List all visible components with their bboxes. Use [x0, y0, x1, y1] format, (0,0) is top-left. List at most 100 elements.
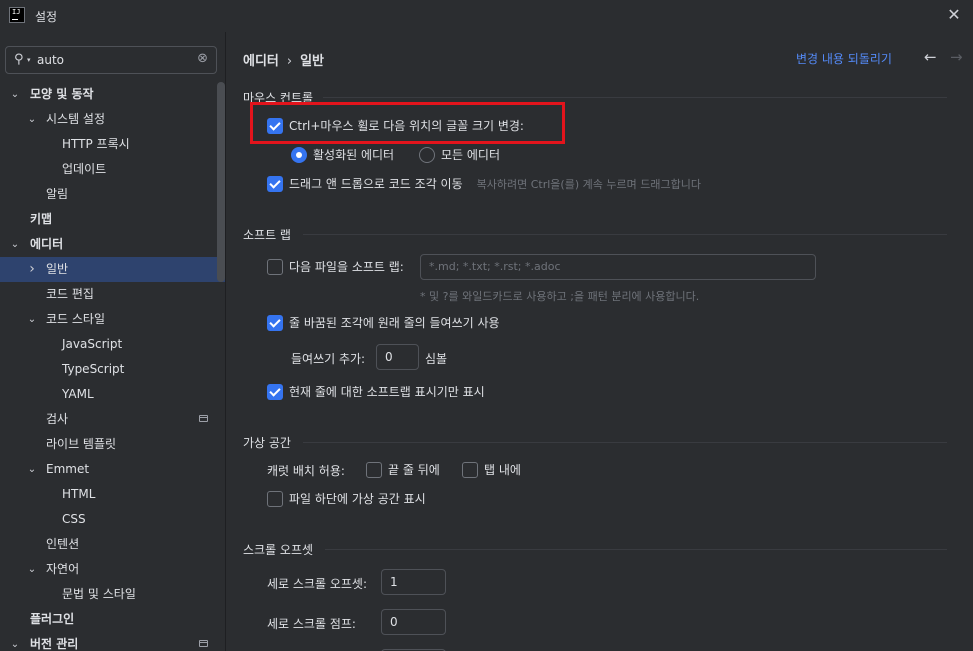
- search-box[interactable]: ⚲ ▾ ⊗: [5, 46, 217, 74]
- reset-changes-link[interactable]: 변경 내용 되돌리기: [796, 50, 892, 67]
- sidebar-item[interactable]: 업데이트: [0, 157, 225, 182]
- project-scope-icon: [199, 640, 208, 647]
- virtual-bottom-option[interactable]: 파일 하단에 가상 공간 표시: [267, 490, 426, 507]
- v-jump-input[interactable]: 0: [381, 609, 446, 635]
- end-of-line-checkbox[interactable]: [366, 461, 382, 478]
- sidebar-item[interactable]: 코드 편집: [0, 282, 225, 307]
- softwrap-files-label: 다음 파일을 소프트 랩:: [289, 260, 404, 274]
- sidebar-item[interactable]: 라이브 템플릿: [0, 432, 225, 457]
- sidebar-item-label: 키맵: [30, 212, 53, 226]
- softwrap-indent-label: 줄 바꿈된 조각에 원래 줄의 들여쓰기 사용: [289, 316, 500, 330]
- sidebar-item-label: 자연어: [46, 562, 80, 576]
- radio-all-editors-option[interactable]: 모든 에디터: [419, 146, 500, 163]
- softwrap-files-option[interactable]: 다음 파일을 소프트 랩:: [267, 258, 404, 275]
- section-title-softwrap: 소프트 랩: [243, 228, 291, 242]
- sidebar-item[interactable]: ⌄ 에디터: [0, 232, 225, 257]
- softwrap-files-hint: * 및 ?를 와일드카드로 사용하고 ;을 패턴 분리에 사용합니다.: [420, 290, 700, 303]
- section-divider: [323, 97, 947, 98]
- chevron-down-icon[interactable]: ⌄: [9, 232, 21, 257]
- chevron-down-icon[interactable]: ▾: [27, 56, 31, 64]
- sidebar-item[interactable]: 문법 및 스타일: [0, 582, 225, 607]
- radio-active-editor-option[interactable]: 활성화된 에디터: [291, 146, 394, 163]
- sidebar-item-label: 알림: [46, 187, 69, 201]
- softwrap-files-input[interactable]: *.md; *.txt; *.rst; *.adoc: [420, 254, 816, 280]
- breadcrumb-current: 일반: [300, 54, 325, 69]
- section-divider: [303, 234, 947, 235]
- sidebar-item-label: YAML: [62, 387, 94, 401]
- close-icon[interactable]: ✕: [945, 6, 963, 24]
- sidebar-item[interactable]: HTTP 프록시: [0, 132, 225, 157]
- current-line-label: 현재 줄에 대한 소프트랩 표시기만 표시: [289, 385, 485, 399]
- sidebar-scrollbar[interactable]: [217, 82, 225, 282]
- chevron-down-icon[interactable]: ⌄: [26, 107, 38, 132]
- dnd-option[interactable]: 드래그 앤 드롭으로 코드 조각 이동 복사하려면 Ctrl을(를) 계속 누르며…: [267, 175, 701, 192]
- radio-all-editors[interactable]: [419, 146, 435, 163]
- arrow-right-icon: →: [950, 48, 963, 66]
- dnd-checkbox[interactable]: [267, 175, 283, 192]
- breadcrumb-parent[interactable]: 에디터: [243, 54, 279, 69]
- sidebar-item-label: JavaScript: [62, 337, 123, 351]
- chevron-down-icon[interactable]: ⌄: [9, 632, 21, 651]
- v-offset-input[interactable]: 1: [381, 569, 446, 595]
- sidebar-item[interactable]: 알림: [0, 182, 225, 207]
- end-of-line-label: 끝 줄 뒤에: [388, 463, 440, 477]
- sidebar-item-label: HTTP 프록시: [62, 137, 130, 151]
- chevron-down-icon[interactable]: ⌄: [26, 457, 38, 482]
- sidebar-item[interactable]: TypeScript: [0, 357, 225, 382]
- sidebar-item[interactable]: YAML: [0, 382, 225, 407]
- sidebar-item[interactable]: 검사: [0, 407, 225, 432]
- sidebar-item-label: 인텐션: [46, 537, 80, 551]
- search-input[interactable]: [37, 51, 197, 69]
- inside-tabs-label: 탭 내에: [484, 463, 521, 477]
- indent-add-input[interactable]: 0: [376, 344, 419, 370]
- section-title-scroll: 스크롤 오프셋: [243, 543, 314, 557]
- sidebar-item[interactable]: › 일반: [0, 257, 225, 282]
- sidebar-item-label: 에디터: [30, 237, 64, 251]
- current-line-option[interactable]: 현재 줄에 대한 소프트랩 표시기만 표시: [267, 383, 485, 400]
- dnd-hint: 복사하려면 Ctrl을(를) 계속 누르며 드래그합니다: [476, 177, 701, 191]
- chevron-down-icon[interactable]: ⌄: [9, 82, 21, 107]
- sidebar-item[interactable]: ⌄ Emmet: [0, 457, 225, 482]
- sidebar-item-label: 코드 편집: [46, 287, 94, 301]
- chevron-down-icon[interactable]: ⌄: [26, 557, 38, 582]
- dnd-label: 드래그 앤 드롭으로 코드 조각 이동: [289, 177, 463, 191]
- sidebar-item[interactable]: ⌄ 자연어: [0, 557, 225, 582]
- breadcrumb: 에디터 › 일반: [243, 50, 324, 69]
- inside-tabs-option[interactable]: 탭 내에: [462, 461, 521, 478]
- arrow-left-icon[interactable]: ←: [924, 48, 937, 66]
- sidebar-item-label: 코드 스타일: [46, 312, 106, 326]
- sidebar-item[interactable]: 인텐션: [0, 532, 225, 557]
- softwrap-files-checkbox[interactable]: [267, 258, 283, 275]
- softwrap-indent-checkbox[interactable]: [267, 314, 283, 331]
- radio-active-editor[interactable]: [291, 146, 307, 163]
- sidebar-item-label: 문법 및 스타일: [62, 587, 136, 601]
- sidebar-item[interactable]: 플러그인: [0, 607, 225, 632]
- radio-active-editor-label: 활성화된 에디터: [313, 148, 395, 162]
- softwrap-files-hint-row: * 및 ?를 와일드카드로 사용하고 ;을 패턴 분리에 사용합니다.: [420, 288, 699, 304]
- current-line-checkbox[interactable]: [267, 383, 283, 400]
- search-icon[interactable]: ⚲: [14, 52, 24, 67]
- sidebar-item[interactable]: HTML: [0, 482, 225, 507]
- clear-icon[interactable]: ⊗: [197, 51, 208, 66]
- sidebar-item[interactable]: ⌄ 버전 관리: [0, 632, 225, 651]
- virtual-bottom-checkbox[interactable]: [267, 490, 283, 507]
- sidebar-item-label: TypeScript: [62, 362, 125, 376]
- sidebar-item-label: 업데이트: [62, 162, 107, 176]
- end-of-line-option[interactable]: 끝 줄 뒤에: [366, 461, 440, 478]
- sidebar-item[interactable]: 키맵: [0, 207, 225, 232]
- sidebar-item[interactable]: CSS: [0, 507, 225, 532]
- sidebar-item-label: 검사: [46, 412, 69, 426]
- chevron-right-icon: ›: [286, 54, 293, 69]
- sidebar-item[interactable]: ⌄ 모양 및 동작: [0, 82, 225, 107]
- chevron-right-icon[interactable]: ›: [26, 257, 38, 282]
- chevron-down-icon[interactable]: ⌄: [26, 307, 38, 332]
- sidebar-item-label: 라이브 템플릿: [46, 437, 117, 451]
- section-title-virtual: 가상 공간: [243, 436, 291, 450]
- softwrap-indent-option[interactable]: 줄 바꿈된 조각에 원래 줄의 들여쓰기 사용: [267, 314, 500, 331]
- highlight-box: [250, 102, 565, 144]
- sidebar-item[interactable]: ⌄ 시스템 설정: [0, 107, 225, 132]
- sidebar-item[interactable]: JavaScript: [0, 332, 225, 357]
- sidebar-item[interactable]: ⌄ 코드 스타일: [0, 307, 225, 332]
- inside-tabs-checkbox[interactable]: [462, 461, 478, 478]
- sidebar-item-label: 플러그인: [30, 612, 75, 626]
